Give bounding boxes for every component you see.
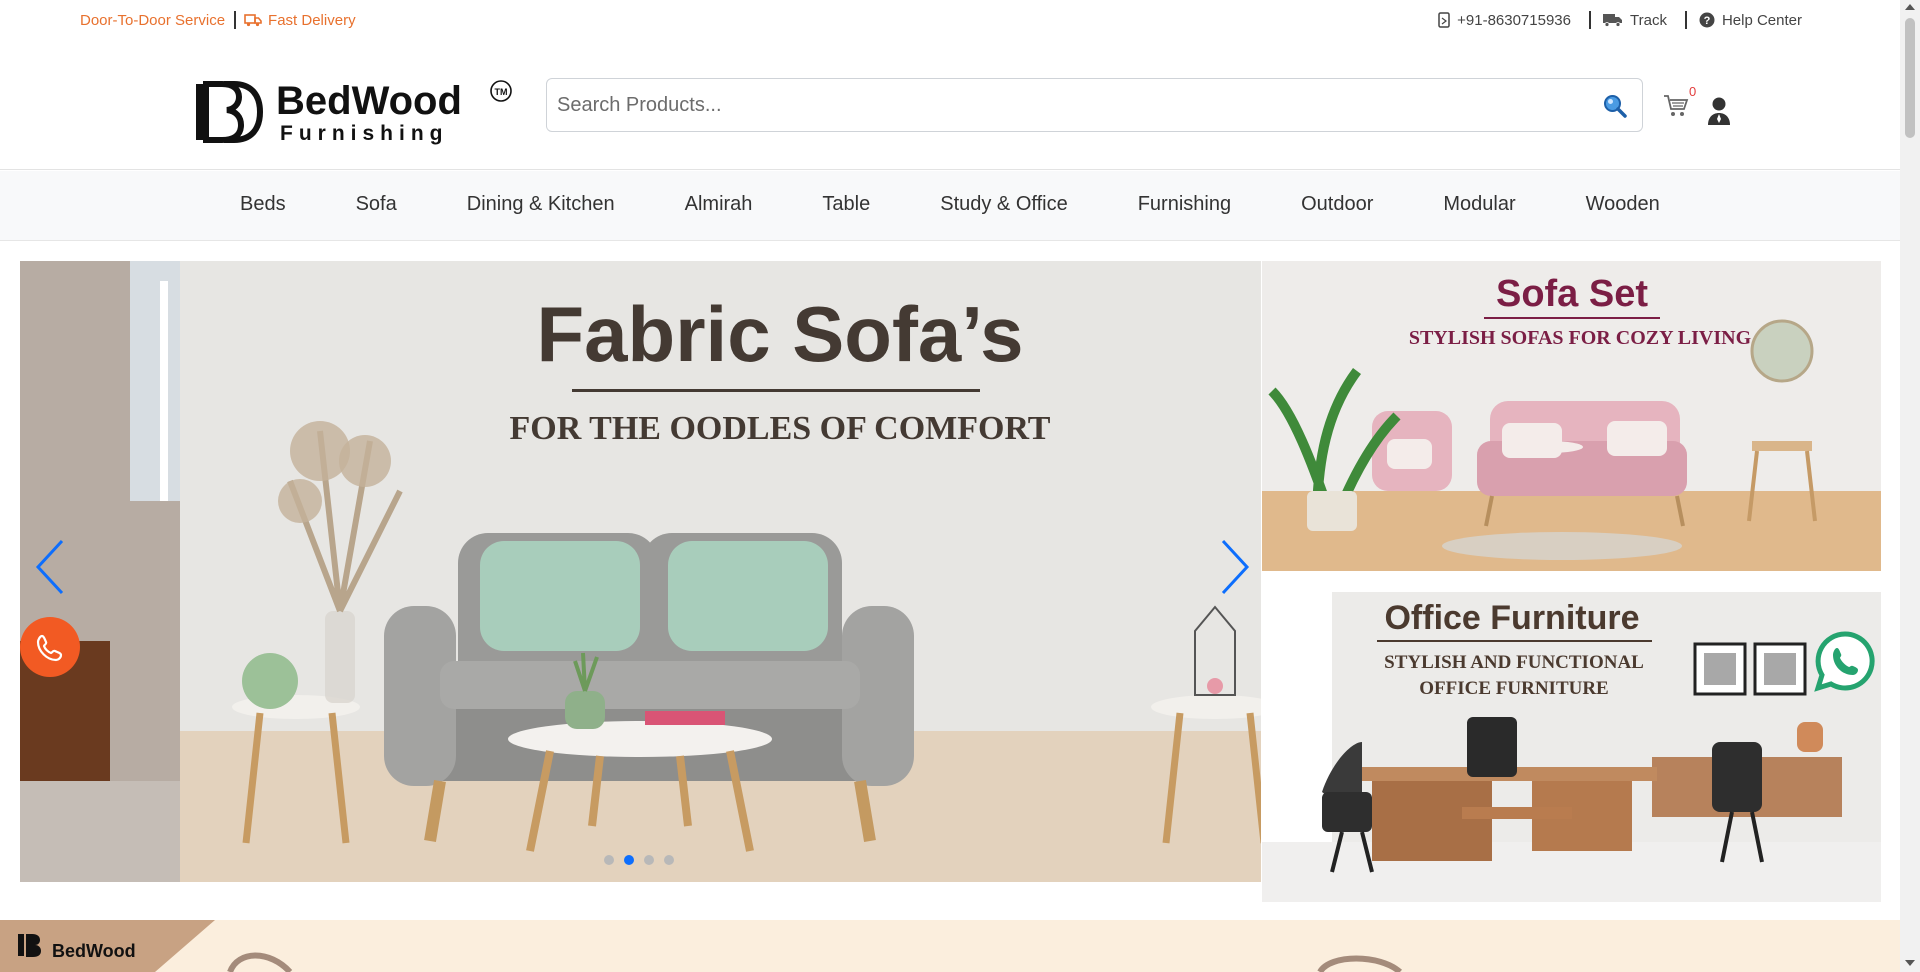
office-furniture-banner[interactable]: Office Furniture STYLISH AND FUNCTIONAL … <box>1262 592 1881 902</box>
nav-item-modular[interactable]: Modular <box>1443 193 1515 216</box>
nav-item-sofa[interactable]: Sofa <box>356 193 397 216</box>
slider-indicators <box>604 855 684 865</box>
header: BedWood Furnishing TM 0 <box>0 40 1900 170</box>
track-truck-icon <box>1603 14 1622 27</box>
phone-icon <box>36 634 63 662</box>
cart-count-badge: 0 <box>1689 84 1697 99</box>
scroll-up-arrow[interactable] <box>1905 4 1915 10</box>
slider-dot[interactable] <box>664 855 674 865</box>
svg-text:Furnishing: Furnishing <box>280 122 449 145</box>
slider-prev-button[interactable] <box>32 537 72 597</box>
cart-button[interactable]: 0 <box>1663 84 1696 122</box>
call-button[interactable] <box>20 617 80 677</box>
chevron-right-icon <box>1221 539 1250 595</box>
hero-slider: Fabric Sofa’s FOR THE OODLES OF COMFORT <box>20 261 1261 882</box>
door-to-door-label: Door-To-Door Service <box>80 11 226 29</box>
nav-item-furnishing[interactable]: Furnishing <box>1138 193 1231 216</box>
svg-text:TM: TM <box>495 87 508 97</box>
track-label: Track <box>1630 11 1667 29</box>
scroll-down-arrow[interactable] <box>1905 960 1915 966</box>
nav-item-wooden[interactable]: Wooden <box>1586 193 1660 216</box>
sofa-set-title: Sofa Set <box>1496 273 1648 315</box>
hero-title: Fabric Sofa’s <box>537 290 1024 378</box>
chevron-left-icon <box>35 539 64 595</box>
slider-next-button[interactable] <box>1213 537 1253 597</box>
help-center-link[interactable]: ? Help Center <box>1699 12 1802 29</box>
nav-item-table[interactable]: Table <box>822 193 870 216</box>
whatsapp-button[interactable] <box>1814 630 1876 692</box>
page: Door-To-Door Service Fast Delivery +91-8… <box>0 0 1920 972</box>
mobile-icon <box>1438 12 1450 28</box>
fast-delivery-label: Fast Delivery <box>268 11 356 29</box>
nav-list: Beds Sofa Dining & Kitchen Almirah Table… <box>240 193 1730 216</box>
promo-logo-name: BedWood <box>52 941 136 961</box>
nav-item-almirah[interactable]: Almirah <box>685 193 753 216</box>
user-icon <box>1708 97 1730 125</box>
cart-icon <box>1664 95 1689 116</box>
brand-logo[interactable]: BedWood Furnishing TM <box>194 76 514 146</box>
office-furniture-subtitle-2: OFFICE FURNITURE <box>1419 678 1608 699</box>
truck-icon <box>244 13 262 27</box>
slider-dot[interactable] <box>604 855 614 865</box>
search-box <box>546 78 1643 132</box>
user-account-button[interactable] <box>1706 96 1732 126</box>
page-scrollbar[interactable] <box>1900 0 1920 972</box>
sofa-set-banner[interactable]: Sofa Set STYLISH SOFAS FOR COZY LIVING <box>1262 261 1881 571</box>
svg-text:?: ? <box>1704 15 1711 27</box>
office-furniture-subtitle-1: STYLISH AND FUNCTIONAL <box>1384 652 1644 673</box>
nav-item-dining-kitchen[interactable]: Dining & Kitchen <box>467 193 615 216</box>
track-link[interactable]: Track <box>1603 12 1667 29</box>
help-center-label: Help Center <box>1721 11 1802 29</box>
hero-subtitle: FOR THE OODLES OF COMFORT <box>510 410 1051 447</box>
top-bar-left: Door-To-Door Service Fast Delivery <box>80 11 356 29</box>
promo-strip: BedWood <box>0 920 1900 972</box>
sofa-set-subtitle: STYLISH SOFAS FOR COZY LIVING <box>1409 327 1752 349</box>
hero-slide-image: Fabric Sofa’s FOR THE OODLES OF COMFORT <box>20 261 1261 882</box>
search-input[interactable] <box>557 89 1557 121</box>
slider-dot-active[interactable] <box>624 855 634 865</box>
phone-link[interactable]: +91-8630715936 <box>1438 12 1571 29</box>
nav-item-outdoor[interactable]: Outdoor <box>1301 193 1373 216</box>
category-nav: Beds Sofa Dining & Kitchen Almirah Table… <box>0 171 1900 241</box>
nav-item-beds[interactable]: Beds <box>240 193 286 216</box>
top-bar-right: +91-8630715936 Track ? Help Center <box>1438 11 1802 29</box>
phone-number: +91-8630715936 <box>1457 11 1571 29</box>
divider <box>1589 11 1591 29</box>
help-icon: ? <box>1699 12 1715 28</box>
search-icon[interactable] <box>1602 93 1628 119</box>
top-bar: Door-To-Door Service Fast Delivery +91-8… <box>0 0 1900 40</box>
scrollbar-thumb[interactable] <box>1905 18 1915 138</box>
nav-item-study-office[interactable]: Study & Office <box>940 193 1067 216</box>
office-furniture-title: Office Furniture <box>1384 599 1639 637</box>
divider <box>1684 11 1687 29</box>
slider-dot[interactable] <box>644 855 654 865</box>
svg-text:BedWood: BedWood <box>276 79 462 123</box>
whatsapp-icon <box>1814 631 1875 692</box>
divider <box>234 11 237 29</box>
